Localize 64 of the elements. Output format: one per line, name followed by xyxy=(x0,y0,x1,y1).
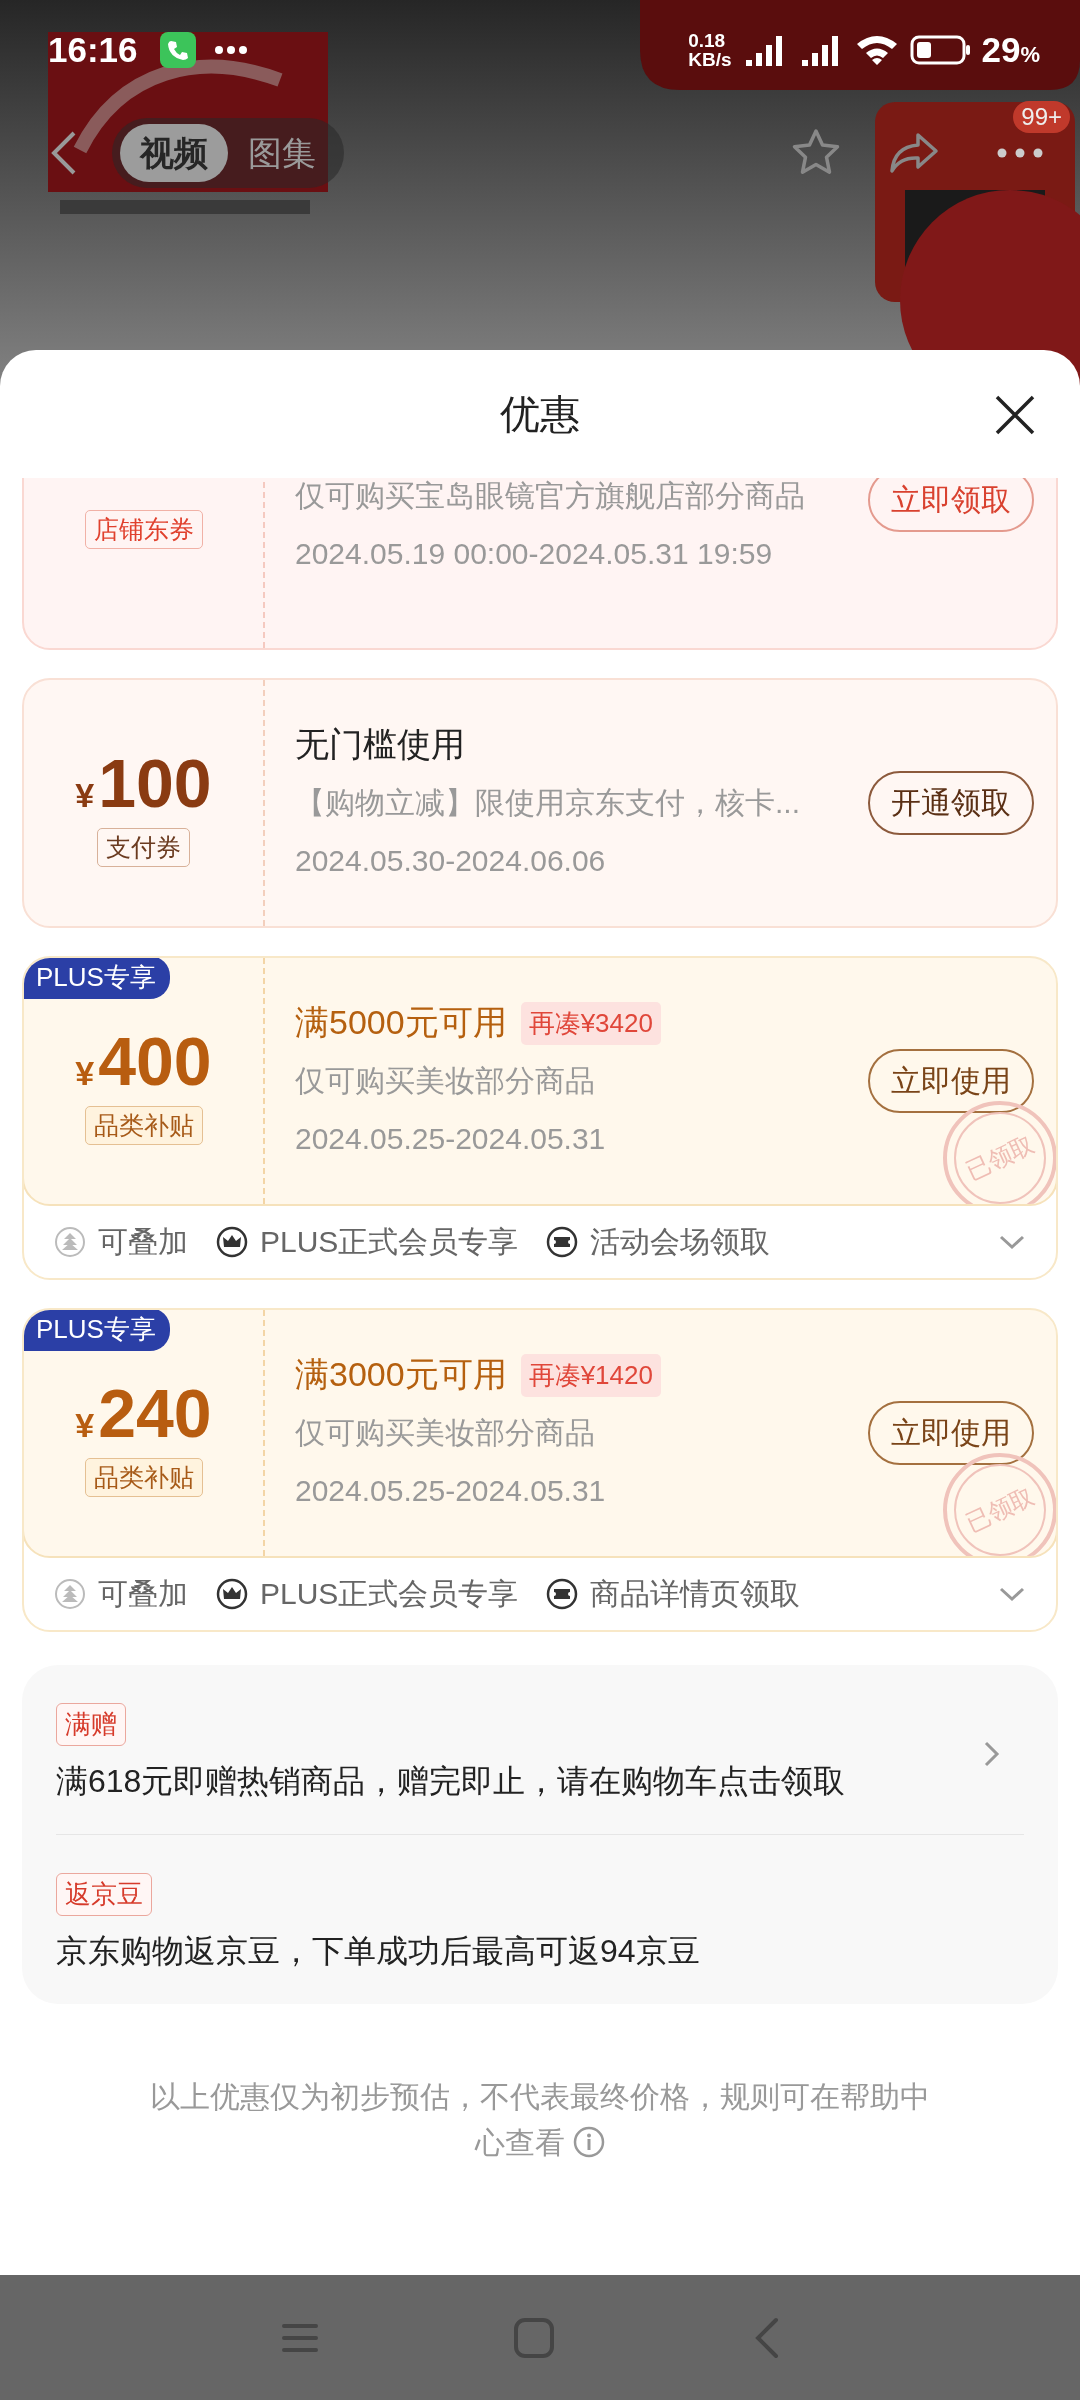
coupon-scope: 仅可购买美妆部分商品 xyxy=(295,1062,595,1099)
coupon-feature: 活动会场领取 xyxy=(590,1223,771,1260)
coupon-scope: 仅可购买美妆部分商品 xyxy=(295,1414,595,1451)
plus-badge: PLUS专享 xyxy=(24,958,170,999)
validity-period: 2024.05.25-2024.05.31 xyxy=(295,1474,606,1508)
coupon-action-button[interactable]: 立即使用 xyxy=(868,1049,1034,1113)
more-notifications-icon xyxy=(213,45,248,55)
more-icon[interactable] xyxy=(997,148,1043,158)
validity-period: 2024.05.30-2024.06.06 xyxy=(295,844,606,878)
crown-icon xyxy=(216,1226,248,1258)
media-tab[interactable]: 视频 xyxy=(120,124,228,182)
coupon-feature: 可叠加 xyxy=(98,1575,188,1612)
coupon-amount: 240 xyxy=(98,1377,212,1448)
validity-period: 2024.05.25-2024.05.31 xyxy=(295,1122,606,1156)
coupon-type-tag: 品类补贴 xyxy=(84,1105,203,1145)
ticket-icon xyxy=(546,1578,579,1610)
coupon-amount: 400 xyxy=(98,1025,212,1096)
home-icon[interactable] xyxy=(512,2315,556,2360)
coupon-type-tag: 品类补贴 xyxy=(84,1457,203,1497)
coupon-feature: 商品详情页领取 xyxy=(590,1575,801,1612)
currency-symbol: ¥ xyxy=(75,1405,95,1445)
media-tab[interactable]: 图集 xyxy=(228,124,336,182)
coupon-scope: 仅可购买宝岛眼镜官方旗舰店部分商品 xyxy=(295,478,805,514)
promotion-tag: 返京豆 xyxy=(56,1873,152,1916)
promotion-text: 京东购物返京豆，下单成功后最高可返94京豆 xyxy=(56,1932,700,1971)
disclaimer-text: 以上优惠仅为初步预估，不代表最终价格，规则可在帮助中心查看 xyxy=(149,2079,931,2161)
coupon-type-tag: 支付券 xyxy=(97,827,190,867)
plus-badge: PLUS专享 xyxy=(24,1310,170,1351)
currency-symbol: ¥ xyxy=(75,1053,95,1093)
coupon-feature: PLUS正式会员专享 xyxy=(260,1575,519,1612)
phone-icon xyxy=(159,32,196,68)
crown-icon xyxy=(216,1578,248,1610)
battery-level: 29% xyxy=(981,30,1040,70)
remaining-amount-tag: 再凑¥3420 xyxy=(520,1001,661,1045)
promotion-tag: 满赠 xyxy=(56,1703,126,1746)
claimed-stamp: 已领取 xyxy=(940,1450,1056,1556)
coupon-action-button[interactable]: 立即使用 xyxy=(868,1401,1034,1465)
coupon-type-tag: 店铺东券 xyxy=(84,509,203,549)
coupon-action-button[interactable]: 开通领取 xyxy=(868,771,1034,835)
remaining-amount-tag: 再凑¥1420 xyxy=(520,1353,661,1397)
stack-icon xyxy=(54,1226,86,1258)
close-icon[interactable] xyxy=(994,394,1036,436)
validity-period: 2024.05.19 00:00-2024.05.31 19:59 xyxy=(295,537,773,571)
coupon-action-button[interactable]: 立即领取 xyxy=(868,478,1034,532)
promotion-text: 满618元即赠热销商品，赠完即止，请在购物车点击领取 xyxy=(56,1762,846,1801)
coupon-scope: 【购物立减】限使用京东支付，核卡... xyxy=(295,784,800,821)
clock: 16:16 xyxy=(48,30,138,70)
coupon-condition: 满3000元可用 xyxy=(295,1354,507,1395)
sheet-title: 优惠 xyxy=(500,390,580,438)
stack-icon xyxy=(54,1578,86,1610)
chevron-down-icon[interactable] xyxy=(998,1585,1026,1603)
chevron-down-icon[interactable] xyxy=(998,1233,1026,1251)
coupon-condition: 满5000元可用 xyxy=(295,1002,507,1043)
coupon-feature: 可叠加 xyxy=(98,1223,188,1260)
battery-icon xyxy=(909,35,972,65)
coupon-condition: 无门槛使用 xyxy=(295,724,465,765)
coupon-amount: 100 xyxy=(98,747,212,818)
network-speed-unit: KB/s xyxy=(688,50,732,69)
info-icon[interactable] xyxy=(573,2126,605,2158)
ticket-icon xyxy=(546,1226,579,1258)
coupon-feature: PLUS正式会员专享 xyxy=(260,1223,519,1260)
currency-symbol: ¥ xyxy=(75,775,95,815)
network-speed: 0.18 xyxy=(688,31,727,50)
claimed-stamp: 已领取 xyxy=(940,1098,1056,1204)
